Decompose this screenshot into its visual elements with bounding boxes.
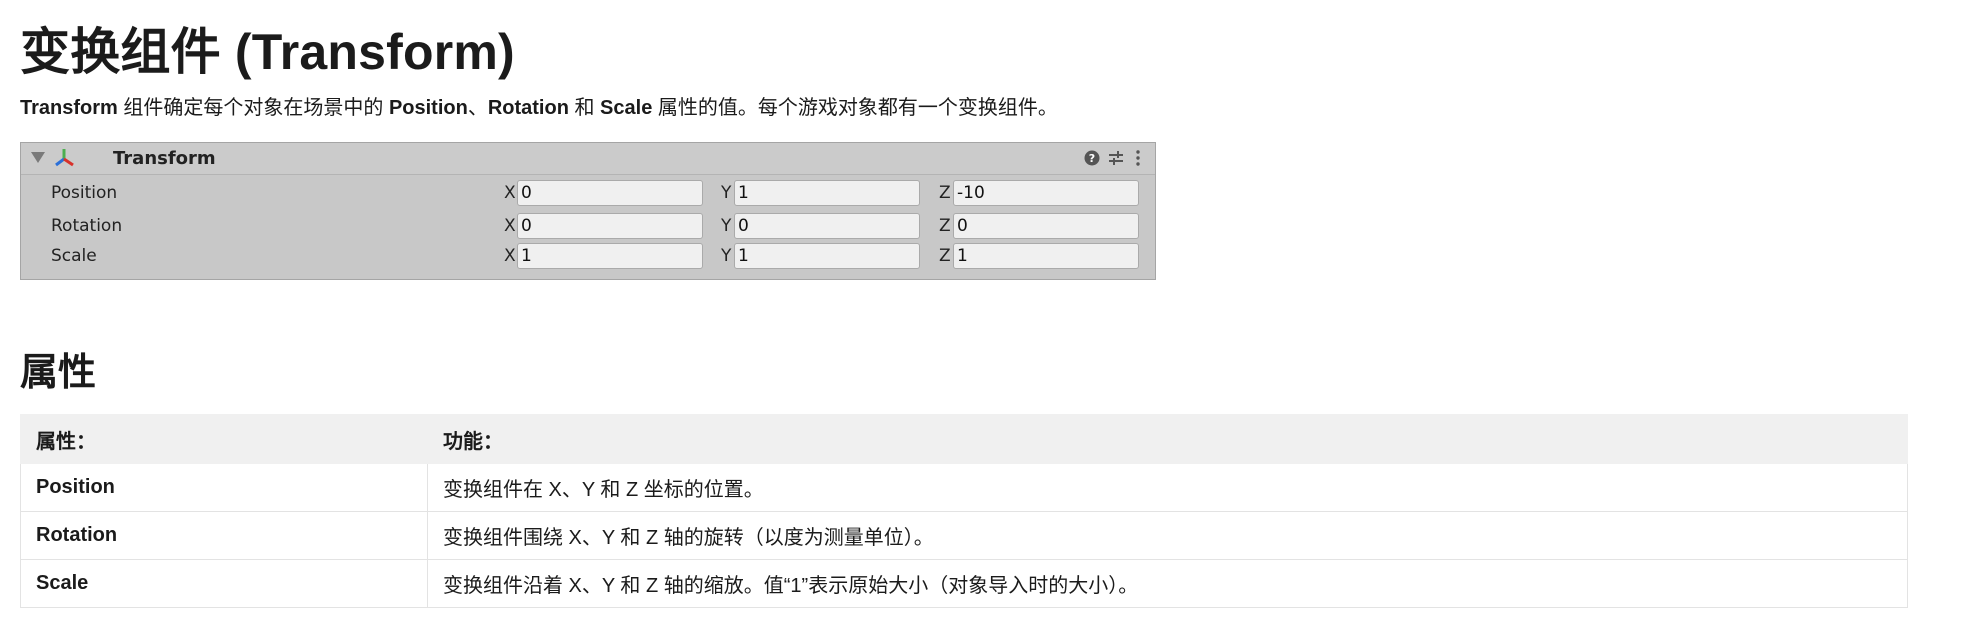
- rotation-x-field[interactable]: 0: [517, 213, 703, 239]
- foldout-arrow-icon[interactable]: [31, 152, 45, 163]
- property-description: 变换组件在 X、Y 和 Z 坐标的位置。: [427, 463, 1908, 512]
- transform-axes-icon: [55, 149, 74, 167]
- intro-term-rotation: Rotation: [487, 97, 569, 119]
- z-axis-label[interactable]: Z: [939, 216, 951, 236]
- intro-text: 组件确定每个对象在场景中的: [117, 97, 389, 119]
- x-axis-label[interactable]: X: [504, 246, 516, 266]
- component-title: Transform: [113, 148, 216, 169]
- intro-text: 和: [568, 97, 601, 119]
- table-header-row: 属性： 功能：: [20, 414, 1908, 464]
- column-header-property: 属性：: [20, 414, 428, 464]
- inspector-header[interactable]: Transform ?: [21, 143, 1155, 175]
- column-header-function: 功能：: [427, 414, 1908, 464]
- properties-table: 属性： 功能： Position 变换组件在 X、Y 和 Z 坐标的位置。 Ro…: [20, 414, 1908, 608]
- property-description: 变换组件围绕 X、Y 和 Z 轴的旋转（以度为测量单位）。: [427, 511, 1908, 560]
- row-label: Scale: [51, 246, 97, 266]
- scale-row: Scale X 1 Y 1 Z 1: [21, 242, 1155, 270]
- property-name: Scale: [20, 559, 428, 608]
- z-axis-label[interactable]: Z: [939, 183, 951, 203]
- position-z-field[interactable]: -10: [953, 180, 1139, 206]
- x-axis-label[interactable]: X: [504, 216, 516, 236]
- position-y-field[interactable]: 1: [734, 180, 920, 206]
- position-row: Position X 0 Y 1 Z -10: [21, 179, 1155, 207]
- property-description: 变换组件沿着 X、Y 和 Z 轴的缩放。值“1”表示原始大小（对象导入时的大小）…: [427, 559, 1908, 608]
- table-row: Rotation 变换组件围绕 X、Y 和 Z 轴的旋转（以度为测量单位）。: [20, 511, 1908, 560]
- table-row: Position 变换组件在 X、Y 和 Z 坐标的位置。: [20, 463, 1908, 512]
- intro-text: 、: [467, 97, 488, 119]
- z-axis-label[interactable]: Z: [939, 246, 951, 266]
- scale-x-field[interactable]: 1: [517, 243, 703, 269]
- properties-heading: 属性: [20, 352, 97, 394]
- page: 变换组件 (Transform) Transform 组件确定每个对象在场景中的…: [20, 0, 1940, 608]
- table-row: Scale 变换组件沿着 X、Y 和 Z 轴的缩放。值“1”表示原始大小（对象导…: [20, 559, 1908, 608]
- page-title: 变换组件 (Transform): [20, 24, 515, 80]
- more-options-icon[interactable]: [1129, 149, 1147, 167]
- intro-text: 属性的值。每个游戏对象都有一个变换组件。: [652, 97, 1058, 119]
- rotation-z-field[interactable]: 0: [953, 213, 1139, 239]
- y-axis-label[interactable]: Y: [721, 246, 731, 266]
- position-x-field[interactable]: 0: [517, 180, 703, 206]
- y-axis-label[interactable]: Y: [721, 183, 731, 203]
- row-label: Rotation: [51, 216, 123, 236]
- rotation-y-field[interactable]: 0: [734, 213, 920, 239]
- row-label: Position: [51, 183, 118, 203]
- y-axis-label[interactable]: Y: [721, 216, 731, 236]
- intro-term-transform: Transform: [20, 97, 118, 119]
- scale-y-field[interactable]: 1: [734, 243, 920, 269]
- intro-paragraph: Transform 组件确定每个对象在场景中的 Position、Rotatio…: [20, 94, 1940, 122]
- x-axis-label[interactable]: X: [504, 183, 516, 203]
- property-name: Rotation: [20, 511, 428, 560]
- preset-icon[interactable]: [1107, 149, 1125, 167]
- intro-term-scale: Scale: [600, 97, 653, 119]
- rotation-row: Rotation X 0 Y 0 Z 0: [21, 212, 1155, 240]
- svg-text:?: ?: [1089, 152, 1095, 165]
- property-name: Position: [20, 463, 428, 512]
- transform-inspector: Transform ? Position X 0 Y 1 Z -10 Rotat…: [20, 142, 1156, 280]
- intro-term-position: Position: [388, 97, 468, 119]
- scale-z-field[interactable]: 1: [953, 243, 1139, 269]
- help-icon[interactable]: ?: [1083, 149, 1101, 167]
